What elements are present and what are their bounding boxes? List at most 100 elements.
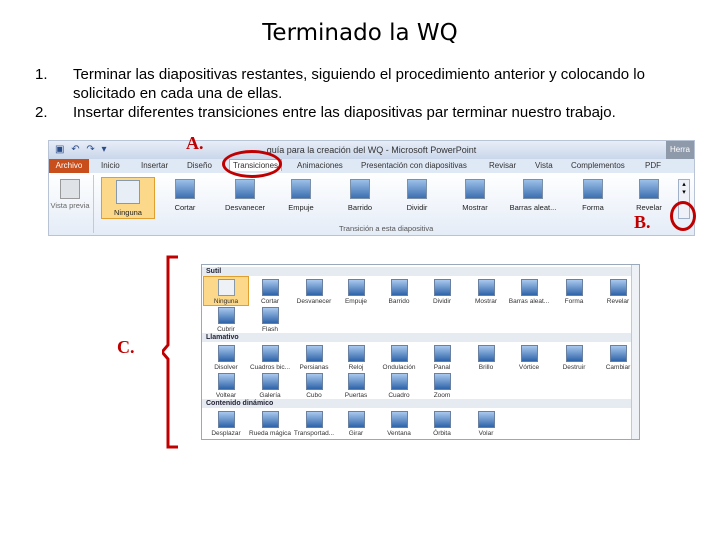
transition-random-bars-button: Barras aleat... <box>507 179 559 212</box>
transition-shape-button: Forma <box>567 179 619 212</box>
step-1: 1. Terminar las diapositivas restantes, … <box>35 65 705 103</box>
transition-wipe-icon <box>350 179 370 199</box>
transitions-gallery: Sutil Ninguna Cortar Desvanecer Empuje B… <box>201 264 640 440</box>
button-label: Revelar <box>636 203 662 212</box>
transition-icon <box>433 279 451 296</box>
gallery-item-label: Brillo <box>478 364 494 371</box>
transition-icon <box>390 373 408 390</box>
gallery-item-label: Forma <box>564 298 584 305</box>
button-label: Ninguna <box>114 208 142 217</box>
step-2: 2. Insertar diferentes transiciones entr… <box>35 103 705 122</box>
group-separator <box>93 175 94 233</box>
gallery-item-cortar: Cortar <box>248 277 292 305</box>
marker-c: C. <box>117 337 135 357</box>
transition-split-button: Dividir <box>391 179 443 212</box>
gallery-item-persianas: Persianas <box>292 343 336 371</box>
transition-fade-button: Desvanecer <box>219 179 271 212</box>
gallery-item-label: Barrido <box>388 298 410 305</box>
gallery-item-label: Cubrir <box>217 326 235 333</box>
gallery-item-label: Disolver <box>214 364 238 371</box>
transition-icon <box>217 411 235 428</box>
gallery-item-label: Flash <box>262 326 278 333</box>
gallery-item-label: Rueda mágica <box>249 430 291 437</box>
transition-icon <box>347 411 365 428</box>
gallery-item-panal: Panal <box>420 343 464 371</box>
transition-icon <box>347 345 365 362</box>
window-title: guía para la creación del WQ - Microsoft… <box>266 145 477 155</box>
gallery-item-label: Destruir <box>562 364 586 371</box>
gallery-item-flash: Flash <box>248 305 292 333</box>
gallery-item-label: Empuje <box>344 298 368 305</box>
transition-icon <box>390 411 408 428</box>
marker-b: B. <box>634 212 651 232</box>
step-number: 1. <box>35 66 48 83</box>
transition-icon <box>433 345 451 362</box>
gallery-item-label: Vórtice <box>518 364 540 371</box>
transition-icon <box>520 279 538 296</box>
gallery-item-label: Galería <box>259 392 281 399</box>
transition-icon <box>305 279 323 296</box>
transition-push-icon <box>291 179 311 199</box>
slide-title: Terminado la WQ <box>262 20 458 46</box>
transition-icon <box>217 307 235 324</box>
tab-complementos: Complementos <box>571 161 625 170</box>
transition-fade-icon <box>235 179 255 199</box>
gallery-item-orbita: Órbita <box>420 409 464 437</box>
transition-push-button: Empuje <box>275 179 327 212</box>
step-text: Terminar las diapositivas restantes, sig… <box>73 66 645 102</box>
gallery-item-label: Cortar <box>260 298 280 305</box>
button-label: Forma <box>582 203 604 212</box>
transition-icon <box>565 279 583 296</box>
transition-icon <box>217 279 235 296</box>
gallery-item-desplazar: Desplazar <box>204 409 248 437</box>
tools-tab: Herra <box>666 141 694 159</box>
gallery-item-label: Voltear <box>215 392 237 399</box>
gallery-item-ventana: Ventana <box>377 409 421 437</box>
preview-icon <box>60 179 80 199</box>
gallery-item-girar: Girar <box>334 409 378 437</box>
gallery-item-label: Reloj <box>348 364 364 371</box>
transition-icon <box>261 307 279 324</box>
transition-icon <box>433 373 451 390</box>
tab-presentacion: Presentación con diapositivas <box>361 161 467 170</box>
gallery-item-barras: Barras aleat... <box>507 277 551 305</box>
group-label: Transición a esta diapositiva <box>339 224 434 233</box>
gallery-item-label: Órbita <box>433 430 451 437</box>
transition-icon <box>433 411 451 428</box>
tab-archivo: Archivo <box>49 159 89 173</box>
transition-icon <box>390 345 408 362</box>
gallery-item-label: Panal <box>433 364 451 371</box>
highlight-oval-more-button <box>670 201 696 231</box>
transition-icon <box>477 411 495 428</box>
step-number: 2. <box>35 104 48 121</box>
button-label: Dividir <box>406 203 428 212</box>
gallery-item-destruir: Destruir <box>552 343 596 371</box>
section-header: Sutil <box>202 267 636 276</box>
transition-none-icon <box>116 180 140 204</box>
gallery-item-label: Ventana <box>387 430 411 437</box>
gallery-item-rueda: Rueda mágica <box>248 409 292 437</box>
gallery-item-label: Revelar <box>606 298 630 305</box>
preview-label: Vista previa <box>50 201 90 210</box>
transition-icon <box>217 373 235 390</box>
gallery-item-cubo: Cubo <box>292 371 336 399</box>
transition-reveal-button: Mostrar <box>449 179 501 212</box>
window-titlebar: ▣ ↶ ↷ ▾ guía para la creación del WQ - M… <box>49 141 694 159</box>
button-label: Barrido <box>347 203 373 212</box>
transition-uncover-icon <box>639 179 659 199</box>
gallery-item-reloj: Reloj <box>334 343 378 371</box>
gallery-item-label: Persianas <box>299 364 329 371</box>
transition-reveal-icon <box>465 179 485 199</box>
transition-wipe-button: Barrido <box>334 179 386 212</box>
gallery-item-label: Zoom <box>433 392 451 399</box>
gallery-item-label: Puertas <box>344 392 368 399</box>
ribbon-tabs: Archivo Inicio Insertar Diseño Transicio… <box>49 159 694 173</box>
transition-icon <box>609 345 627 362</box>
transition-icon <box>565 345 583 362</box>
transition-icon <box>261 345 279 362</box>
gallery-item-desvanecer: Desvanecer <box>292 277 336 305</box>
gallery-item-label: Girar <box>348 430 364 437</box>
gallery-item-label: Barras aleat... <box>508 298 550 305</box>
gallery-item-label: Mostrar <box>474 298 498 305</box>
transition-icon <box>305 345 323 362</box>
